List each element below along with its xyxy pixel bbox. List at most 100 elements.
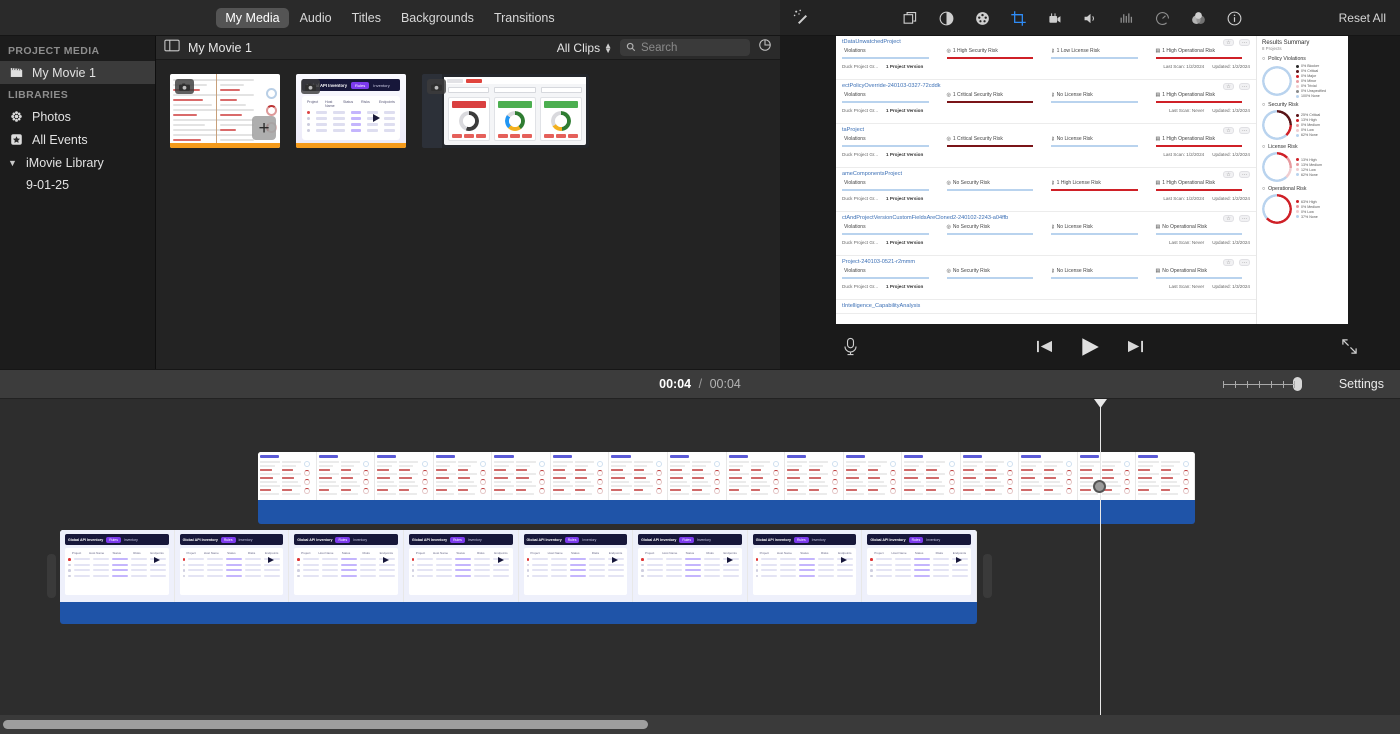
legend-entry: 0% Major [1296,74,1326,78]
disclosure-icon[interactable]: ▼ [8,158,18,168]
clip-thumbnail-2[interactable]: Global API Inventory RulesInventory Proj… [296,74,406,148]
search-field[interactable] [620,39,750,56]
settings-button[interactable]: Settings [1339,377,1384,391]
clip-thumbnail-3[interactable] [422,74,589,148]
legend-entry: 0% Low [1296,210,1320,214]
zoom-slider-track[interactable] [1223,384,1295,385]
tab-audio[interactable]: Audio [291,8,341,28]
watch-star-icon[interactable]: ☆ [1223,259,1234,266]
summary-section-title: ○Policy Violations [1262,56,1343,62]
fullscreen-icon[interactable] [1341,338,1358,355]
legend-entry: 25% Critical [1296,113,1320,117]
project-name[interactable]: Project-240103-0521-r2mmm [842,259,1250,265]
project-row[interactable]: ctAndProjectVersionCustomFieldsAreCloned… [836,212,1256,256]
clip-thumbnail-1[interactable]: + [170,74,280,148]
timeline-zoom-slider[interactable] [1223,377,1302,391]
playhead[interactable] [1100,399,1101,715]
color-balance-icon[interactable] [936,8,956,28]
timeline-canvas[interactable]: Global API InventoryRulesInventoryProjec… [0,399,1400,715]
legend-entry: 0% Low [1296,128,1320,132]
legend-entry: 62% None [1296,133,1320,137]
filters-icon[interactable] [1188,8,1208,28]
timeline-scrollbar-thumb[interactable] [3,720,648,729]
noise-reduction-icon[interactable] [1116,8,1136,28]
project-row[interactable]: tDataUnwatchedProjectViolations◎1 High S… [836,36,1256,80]
timecode-separator: / [699,377,702,391]
watch-star-icon[interactable]: ☆ [1223,39,1234,46]
tab-transitions[interactable]: Transitions [485,8,564,28]
project-row[interactable]: tIntelligence_CapabilityAnalysis [836,300,1256,314]
frame-content [317,452,375,500]
clip-trim-handle-left[interactable] [47,554,56,598]
more-actions-icon[interactable]: ··· [1239,259,1250,266]
sidebar-item-my-movie-1[interactable]: My Movie 1 [0,61,155,84]
project-name[interactable]: ctAndProjectVersionCustomFieldsAreCloned… [842,215,1250,221]
sidebar-item-event-9-01-25[interactable]: 9-01-25 [0,174,155,196]
play-icon[interactable] [1079,336,1101,358]
project-row[interactable]: ectPolicyOverride-240103-0327-72cddkViol… [836,80,1256,124]
skip-back-icon[interactable] [1036,339,1053,354]
reset-all-button[interactable]: Reset All [1339,11,1386,25]
sidebar-item-photos[interactable]: Photos [0,105,155,128]
more-actions-icon[interactable]: ··· [1239,127,1250,134]
frame-content: Global API InventoryRulesInventoryProjec… [60,530,174,602]
filmstrip-frame: Global API InventoryRulesInventoryProjec… [175,530,290,602]
speed-icon[interactable] [1152,8,1172,28]
color-correction-icon[interactable] [972,8,992,28]
watch-star-icon[interactable]: ☆ [1223,127,1234,134]
watch-star-icon[interactable]: ☆ [1223,171,1234,178]
browser-settings-icon[interactable] [758,38,772,57]
project-name[interactable]: tDataUnwatchedProject [842,39,1250,45]
audio-waveform-bar[interactable] [258,500,1195,524]
timeline-clip-blackduck[interactable] [258,452,1195,524]
audio-waveform-bar[interactable] [60,602,977,624]
all-clips-filter[interactable]: All Clips ▲▼ [557,41,612,55]
project-row[interactable]: ameComponentsProjectViolations◎No Securi… [836,168,1256,212]
project-name[interactable]: ameComponentsProject [842,171,1250,177]
more-actions-icon[interactable]: ··· [1239,83,1250,90]
sidebar-header-libraries: Libraries [0,84,155,105]
project-row[interactable]: taProjectViolations◎1 Critical Security … [836,124,1256,168]
tab-backgrounds[interactable]: Backgrounds [392,8,483,28]
legend-entry: 63% High [1296,200,1320,204]
mouse-cursor-icon [498,557,504,563]
add-to-project-button[interactable]: + [252,116,276,140]
skip-forward-icon[interactable] [1127,339,1144,354]
policy-icon: ○ [1262,56,1265,62]
watch-star-icon[interactable]: ☆ [1223,83,1234,90]
project-name[interactable]: taProject [842,127,1250,133]
info-icon[interactable] [1224,8,1244,28]
project-name[interactable]: tIntelligence_CapabilityAnalysis [842,303,1250,309]
filmstrip-frame [551,452,610,500]
clip-trim-handle-right[interactable] [983,554,992,598]
frame-content [668,452,726,500]
security-risk-cell: ◎No Security Risk [947,224,1042,235]
search-input[interactable] [641,42,744,54]
more-actions-icon[interactable]: ··· [1239,39,1250,46]
sidebar-item-all-events[interactable]: All Events [0,128,155,151]
sidebar-item-imovie-library[interactable]: ▼ iMovie Library [0,151,155,174]
filmstrip-frame: Global API InventoryRulesInventoryProjec… [862,530,977,602]
project-row[interactable]: Project-240103-0521-r2mmmViolations◎No S… [836,256,1256,300]
voiceover-icon[interactable] [842,337,859,356]
project-name[interactable]: ectPolicyOverride-240103-0327-72cddk [842,83,1250,89]
timeline-clip-api-inventory[interactable]: Global API InventoryRulesInventoryProjec… [60,530,977,624]
video-frame[interactable]: tDataUnwatchedProjectViolations◎1 High S… [836,36,1348,324]
sidebar-item-label: Photos [32,110,71,124]
frame-content [609,452,667,500]
stabilization-icon[interactable] [1044,8,1064,28]
cropping-icon[interactable] [1008,8,1028,28]
tab-my-media[interactable]: My Media [216,8,288,28]
filmstrip-frame [258,452,317,500]
more-actions-icon[interactable]: ··· [1239,215,1250,222]
playhead-handle[interactable] [1094,399,1107,408]
sidebar-toggle-icon[interactable] [164,39,180,57]
watch-star-icon[interactable]: ☆ [1223,215,1234,222]
crop-overlay-icon[interactable] [900,8,920,28]
more-actions-icon[interactable]: ··· [1239,171,1250,178]
magic-wand-icon[interactable] [792,8,812,28]
volume-icon[interactable] [1080,8,1100,28]
filmstrip-frame [317,452,376,500]
tab-titles[interactable]: Titles [343,8,390,28]
timeline-scrollbar-track[interactable] [0,715,1400,734]
